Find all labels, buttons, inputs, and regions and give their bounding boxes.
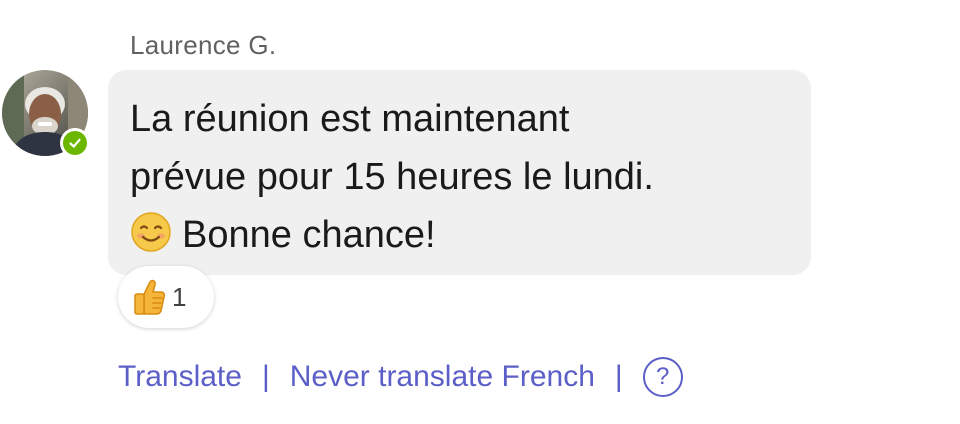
- smiling-face-icon: [131, 212, 171, 252]
- sender-name[interactable]: Laurence G.: [130, 30, 276, 61]
- available-check-icon: [63, 131, 87, 155]
- never-translate-french-link[interactable]: Never translate French: [290, 360, 595, 394]
- reaction-thumbs-up[interactable]: 1: [118, 266, 214, 328]
- message-bubble[interactable]: La réunion est maintenant prévue pour 15…: [108, 70, 811, 275]
- message-line-1: La réunion est maintenant: [130, 98, 570, 140]
- message-line-3: Bonne chance!: [130, 206, 791, 264]
- separator: |: [261, 360, 270, 393]
- message-line-2: prévue pour 15 heures le lundi.: [130, 156, 654, 198]
- presence-badge: [60, 128, 90, 158]
- separator: |: [614, 360, 623, 393]
- translation-bar: Translate | Never translate French | ?: [118, 354, 683, 400]
- chat-message-stage: Laurence G. La réunion est maintenant pr…: [0, 0, 960, 424]
- message-line-3-text: Bonne chance!: [182, 214, 436, 256]
- translate-link[interactable]: Translate: [118, 360, 242, 394]
- avatar[interactable]: [2, 70, 90, 158]
- help-icon[interactable]: ?: [642, 357, 683, 397]
- thumbs-up-icon: [134, 279, 166, 315]
- reaction-count: 1: [172, 281, 187, 312]
